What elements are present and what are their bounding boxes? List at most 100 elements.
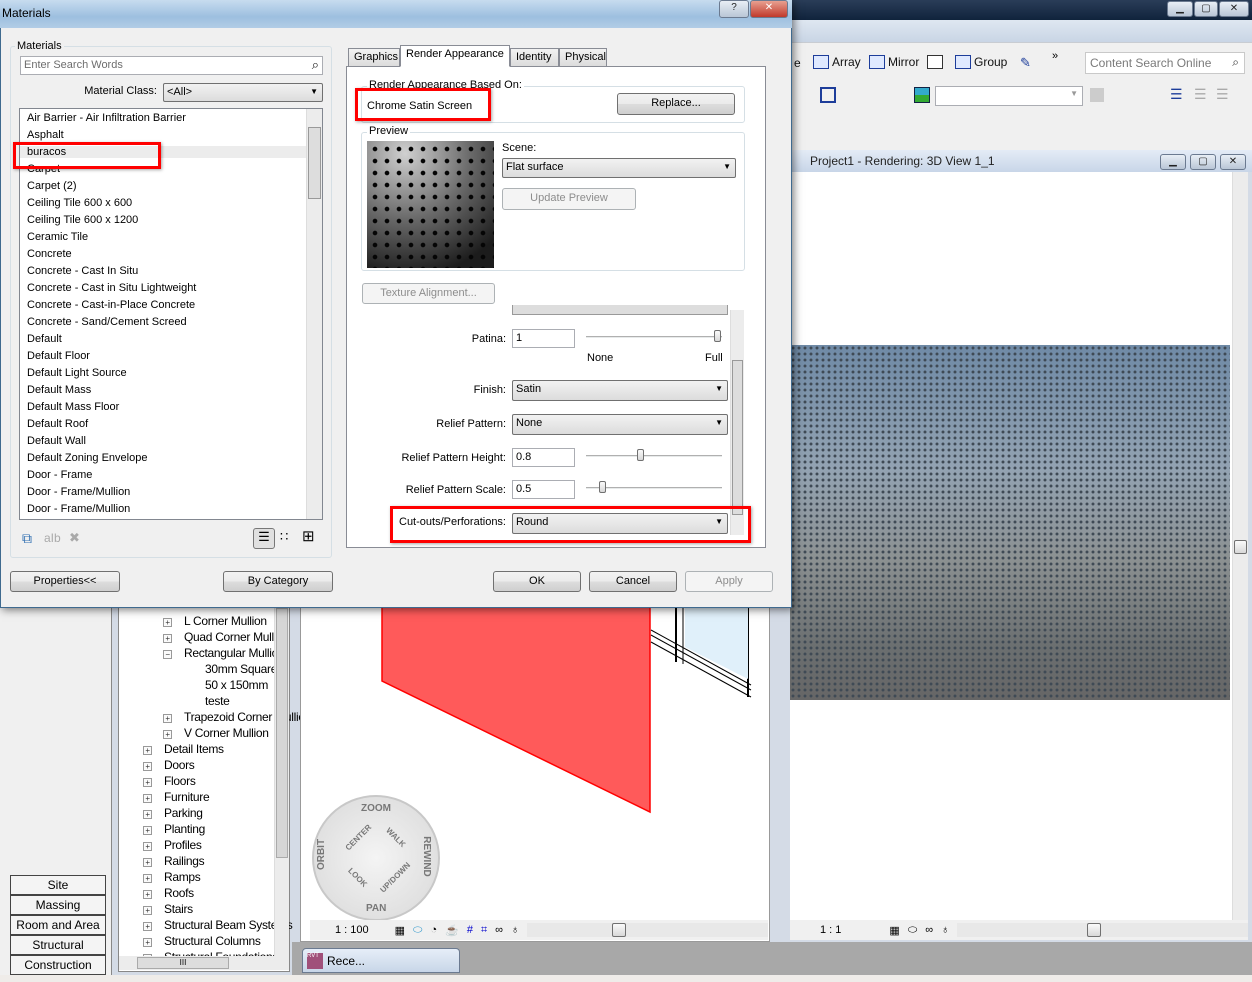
patina-input[interactable]: 1 [512, 329, 575, 348]
tree-item[interactable]: + Roofs [143, 886, 194, 900]
visual-style-icon[interactable]: ⬭ [908, 924, 917, 937]
material-item[interactable]: Ceiling Tile 600 x 1200 [27, 214, 138, 226]
wheel-updown[interactable]: UP/DOWN [378, 861, 412, 895]
collapse-icon[interactable]: − [163, 650, 172, 659]
model-hscroll-thumb[interactable] [612, 923, 627, 937]
lightbulb-icon[interactable]: ♁ [941, 924, 949, 936]
tab-render-appearance[interactable]: Render Appearance [400, 45, 510, 67]
wheel-walk[interactable]: WALK [384, 826, 407, 849]
render-view-restore[interactable]: ▢ [1190, 154, 1216, 170]
render-view-close[interactable]: ✕ [1220, 154, 1246, 170]
material-item[interactable]: Door - Frame [27, 469, 92, 481]
discipline-structural[interactable]: Structural [10, 935, 106, 955]
material-item[interactable]: Concrete - Sand/Cement Screed [27, 316, 187, 328]
tree-item[interactable]: 30mm Square [205, 662, 277, 676]
app-maximize-button[interactable]: ▢ [1194, 1, 1218, 17]
discipline-massing[interactable]: Massing [10, 895, 106, 915]
ok-button[interactable]: OK [493, 571, 581, 592]
expand-icon[interactable]: + [143, 778, 152, 787]
parameters-scroll-thumb[interactable] [732, 360, 743, 515]
expand-icon[interactable]: + [163, 714, 172, 723]
material-item[interactable]: Ceiling Tile 600 x 600 [27, 197, 132, 209]
tree-item[interactable]: + V Corner Mullion [163, 726, 269, 740]
relief-scale-input[interactable]: 0.5 [512, 480, 575, 499]
material-item[interactable]: Default Zoning Envelope [27, 452, 147, 464]
app-close-button[interactable]: ✕ [1219, 1, 1249, 17]
apply-button[interactable]: Apply [685, 571, 773, 592]
scale-button[interactable] [927, 55, 943, 69]
material-item[interactable]: Default [27, 333, 62, 345]
dialog-title-bar[interactable]: Materials [0, 0, 792, 28]
tree-item[interactable]: + Structural Columns [143, 934, 261, 948]
sun-path-icon[interactable]: ∞ [925, 924, 933, 936]
slider-thumb[interactable] [637, 449, 645, 461]
tree-item[interactable]: − Rectangular Mullion [163, 646, 285, 660]
expand-icon[interactable]: + [143, 762, 152, 771]
finish-select[interactable]: Satin [512, 380, 728, 401]
material-item[interactable]: Concrete - Cast in Situ Lightweight [27, 282, 196, 294]
expand-icon[interactable]: + [143, 842, 152, 851]
tree-item[interactable]: + Ramps [143, 870, 201, 884]
slider-thumb[interactable] [598, 481, 606, 493]
cancel-button[interactable]: Cancel [589, 571, 677, 592]
texture-alignment-button[interactable]: Texture Alignment... [362, 283, 495, 304]
toolbar-dropdown[interactable]: ▼ [935, 86, 1083, 106]
render-view-vscroll[interactable] [1232, 172, 1248, 922]
tree-item[interactable]: + Stairs [143, 902, 193, 916]
array-button[interactable]: Array [813, 55, 861, 69]
material-item[interactable]: Default Wall [27, 435, 86, 447]
render-view-hscroll[interactable] [957, 923, 1248, 937]
expand-icon[interactable]: + [163, 634, 172, 643]
tree-item[interactable]: + Floors [143, 774, 196, 788]
wheel-center[interactable]: CENTER [344, 823, 374, 853]
material-item[interactable]: Default Floor [27, 350, 90, 362]
tree-item[interactable]: + Detail Items [143, 742, 224, 756]
material-item[interactable]: Air Barrier - Air Infiltration Barrier [27, 112, 186, 124]
expand-icon[interactable]: + [143, 874, 152, 883]
large-icons-view-button[interactable]: ⊞ [302, 527, 315, 545]
expand-icon[interactable]: + [143, 922, 152, 931]
dialog-help-button[interactable]: ? [719, 0, 749, 18]
model-view-hscroll[interactable] [527, 923, 768, 937]
scene-select[interactable]: Flat surface [502, 158, 736, 178]
discipline-construction[interactable]: Construction [10, 955, 106, 975]
material-item[interactable]: Default Light Source [27, 367, 127, 379]
dialog-close-button[interactable]: ✕ [750, 0, 788, 18]
expand-icon[interactable]: + [143, 746, 152, 755]
wheel-look[interactable]: LOOK [346, 866, 369, 889]
render-view-scale[interactable]: 1 : 1 [820, 924, 841, 936]
tree-item[interactable]: 50 x 150mm [205, 678, 268, 692]
properties-toggle-button[interactable]: Properties<< [10, 571, 120, 592]
replace-button[interactable]: Replace... [617, 93, 735, 115]
wheel-rewind[interactable]: REWIND [421, 836, 432, 877]
tree-hscroll-thumb[interactable]: III [137, 957, 229, 969]
detail-level-icon[interactable]: ▦ [889, 924, 899, 937]
update-preview-button[interactable]: Update Preview [502, 188, 636, 210]
app-minimize-button[interactable]: ▁ [1167, 1, 1193, 17]
expand-icon[interactable]: + [143, 810, 152, 819]
detail-level-icon[interactable]: ▦ [395, 924, 405, 937]
materials-list[interactable]: Air Barrier - Air Infiltration Barrier As… [19, 108, 323, 520]
expand-icon[interactable]: + [143, 826, 152, 835]
toolbar-overflow-button[interactable]: » [1052, 50, 1058, 62]
dimension-icon[interactable] [820, 87, 836, 103]
pin-icon[interactable]: ✎ [1020, 55, 1031, 71]
expand-icon[interactable]: + [163, 730, 172, 739]
steering-wheel[interactable]: ZOOM PAN ORBIT REWIND CENTER WALK LOOK U… [312, 795, 440, 921]
expand-icon[interactable]: + [143, 858, 152, 867]
mirror-button[interactable]: Mirror [869, 55, 919, 69]
tree-item[interactable]: + Doors [143, 758, 195, 772]
materials-list-scrollbar[interactable] [306, 109, 322, 519]
shadows-icon[interactable]: ◔ [430, 924, 437, 936]
render-teapot-icon[interactable]: ☕ [445, 924, 459, 937]
material-search-input[interactable]: Enter Search Words ⌕ [20, 56, 323, 75]
parameters-scrollbar[interactable] [730, 310, 744, 535]
tree-item[interactable]: + Structural Beam Systems [143, 918, 293, 932]
expand-icon[interactable]: + [143, 938, 152, 947]
expand-icon[interactable]: + [143, 906, 152, 915]
discipline-room-area[interactable]: Room and Area [10, 915, 106, 935]
material-item[interactable]: Door - Frame/Mullion [27, 503, 130, 515]
render-vscroll-thumb[interactable] [1234, 540, 1247, 554]
material-item[interactable]: Concrete [27, 248, 72, 260]
material-item[interactable]: Concrete - Cast-in-Place Concrete [27, 299, 195, 311]
